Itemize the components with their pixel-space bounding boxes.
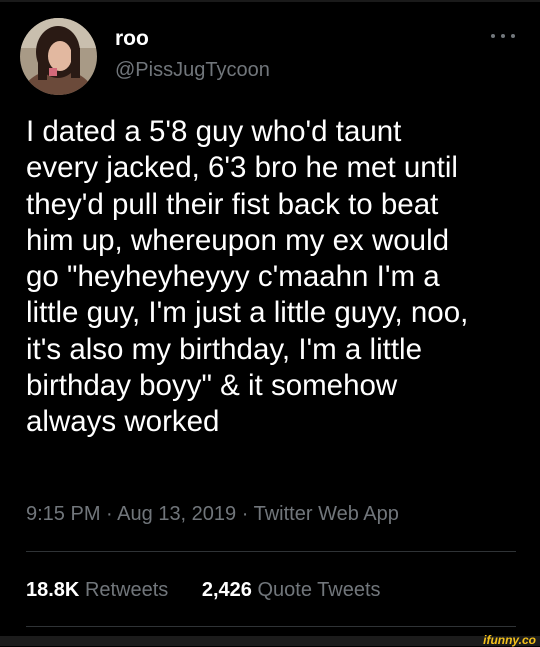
watermark: ifunny.co xyxy=(483,633,536,647)
tweet-text: I dated a 5'8 guy who'd taunt every jack… xyxy=(26,114,526,441)
tweet-date[interactable]: Aug 13, 2019 xyxy=(117,503,236,525)
tweet-time[interactable]: 9:15 PM xyxy=(26,503,100,525)
tweet-source[interactable]: Twitter Web App xyxy=(254,503,399,525)
avatar-image xyxy=(20,18,97,95)
avatar[interactable] xyxy=(20,18,97,95)
quote-tweets-stat[interactable]: 2,426 Quote Tweets xyxy=(202,577,381,603)
tweet-line: every jacked, 6'3 bro he met until xyxy=(26,151,458,185)
meta-separator: · xyxy=(241,503,249,525)
retweets-stat[interactable]: 18.8K Retweets xyxy=(26,577,168,603)
retweets-count: 18.8K xyxy=(26,579,80,601)
divider xyxy=(26,551,516,552)
tweet-line: they'd pull their fist back to beat xyxy=(26,187,439,221)
top-edge xyxy=(0,0,540,2)
tweet-line: birthday boyy" & it somehow xyxy=(26,369,398,403)
footer-bar xyxy=(0,636,540,646)
retweets-label: Retweets xyxy=(84,579,169,601)
meta-separator: · xyxy=(106,503,113,525)
tweet-line: go "heyheyheyyy c'maahn I'm a xyxy=(26,260,440,294)
engagement-stats: 18.8K Retweets 2,426 Quote Tweets xyxy=(26,577,381,603)
tweet-line: always worked xyxy=(26,405,220,439)
tweet-line: it's also my birthday, I'm a little xyxy=(26,332,422,366)
quote-tweets-count: 2,426 xyxy=(201,579,252,601)
tweet-meta: 9:15 PM · Aug 13, 2019 · Twitter Web App xyxy=(26,501,399,527)
tweet-line: little guy, I'm just a little guyy, noo, xyxy=(26,296,469,330)
tweet-line: I dated a 5'8 guy who'd taunt xyxy=(26,115,402,148)
user-handle[interactable]: @PissJugTycoon xyxy=(115,57,270,83)
more-dots-icon[interactable] xyxy=(488,28,518,44)
tweet-line: him up, whereupon my ex would xyxy=(26,223,450,257)
display-name[interactable]: roo xyxy=(115,26,149,52)
divider xyxy=(26,626,516,627)
quote-tweets-label: Quote Tweets xyxy=(257,579,381,601)
